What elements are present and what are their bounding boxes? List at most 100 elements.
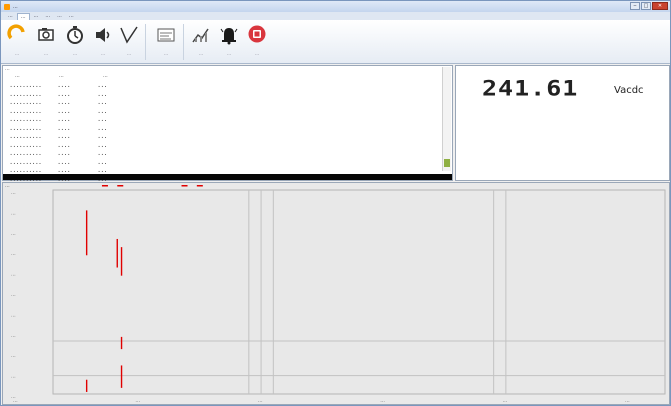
reading-value: 241.61 xyxy=(482,76,579,101)
trend-chart-panel: ... ....................................… xyxy=(2,182,670,405)
menu-tab[interactable]: ... xyxy=(66,13,77,20)
ribbon-button-camera[interactable]: ... xyxy=(34,24,58,62)
column-header[interactable]: ... xyxy=(103,73,108,79)
table-cell: .... xyxy=(57,98,71,106)
table-cell: .......... xyxy=(9,132,42,140)
table-cell: .......... xyxy=(9,123,42,132)
y-tick-label: ... xyxy=(11,353,16,359)
table-cell: .......... xyxy=(9,115,42,123)
table-cell: .......... xyxy=(9,106,42,115)
ribbon-button-stopwatch[interactable]: ... xyxy=(63,24,87,62)
event-marker xyxy=(101,185,108,187)
scrollbar-thumb[interactable] xyxy=(444,159,450,167)
x-tick-label: ... xyxy=(625,398,630,404)
log-icon xyxy=(157,28,175,42)
menu-tab[interactable]: ... xyxy=(54,13,65,20)
table-cell: ... xyxy=(97,166,108,174)
table-cell: .... xyxy=(57,106,71,115)
column-header[interactable]: ... xyxy=(15,73,20,79)
ribbon-toolbar: ... ... ... ... ... ... ... ... ... xyxy=(1,20,670,64)
table-cell: .... xyxy=(57,81,71,89)
y-tick-label: ... xyxy=(11,292,16,298)
table-cell: .... xyxy=(57,115,71,123)
table-cell: .......... xyxy=(9,157,42,166)
ribbon-button-alarm[interactable]: ... xyxy=(217,24,241,62)
table-cell: ... xyxy=(97,157,108,166)
reading-unit: Vacdc xyxy=(614,85,644,96)
table-cell: .... xyxy=(57,132,71,140)
stopwatch-icon xyxy=(67,26,83,44)
maximize-button[interactable]: □ xyxy=(641,2,651,10)
plot-area xyxy=(52,189,666,395)
reading-display: 241.61 Vacdc xyxy=(455,65,670,181)
ribbon-button-filter[interactable]: ... xyxy=(117,24,141,62)
table-cell: .... xyxy=(57,140,71,149)
ribbon-button-stop[interactable]: ... xyxy=(245,24,269,62)
x-tick-label: ... xyxy=(258,398,263,404)
ribbon-separator xyxy=(183,24,184,60)
x-tick-label: ... xyxy=(135,398,140,404)
event-marker xyxy=(196,185,203,187)
y-tick-label: ... xyxy=(11,272,16,278)
menu-tab[interactable]: ... xyxy=(16,13,30,20)
filter-icon xyxy=(120,26,138,44)
app-window: ... ‒ □ ✕ ... ... ... ... ... ... ... ..… xyxy=(0,0,671,406)
grid-footer-bar xyxy=(3,174,452,180)
table-cell: .......... xyxy=(9,140,42,149)
ribbon-separator xyxy=(145,24,146,60)
window-title: ... xyxy=(13,3,18,10)
y-tick-label: ... xyxy=(11,231,16,237)
event-marker xyxy=(117,185,124,187)
x-tick-label: ... xyxy=(503,398,508,404)
table-cell: ... xyxy=(97,81,108,89)
y-tick-label: ... xyxy=(11,210,16,216)
table-cell: .......... xyxy=(9,89,42,98)
close-button[interactable]: ✕ xyxy=(652,2,668,10)
x-tick-label: ... xyxy=(380,398,385,404)
table-cell: .... xyxy=(57,123,71,132)
menu-tab[interactable]: ... xyxy=(5,13,16,20)
event-marker xyxy=(181,185,188,187)
chart-icon xyxy=(192,28,209,43)
y-tick-label: ... xyxy=(11,190,16,196)
table-cell: ... xyxy=(97,123,108,132)
data-grid-title: ... xyxy=(5,66,10,72)
ribbon-button-chart[interactable]: ... xyxy=(189,24,213,62)
ribbon-button-refresh[interactable]: ... xyxy=(5,24,29,62)
table-cell: ... xyxy=(97,89,108,98)
table-cell: .......... xyxy=(9,149,42,157)
table-cell: .... xyxy=(57,166,71,174)
alarm-bell-icon xyxy=(220,28,238,45)
y-tick-label: ... xyxy=(11,333,16,339)
minimize-button[interactable]: ‒ xyxy=(630,2,640,10)
table-cell: ... xyxy=(97,115,108,123)
table-cell: .... xyxy=(57,89,71,98)
table-cell: .... xyxy=(57,157,71,166)
window-controls: ‒ □ ✕ xyxy=(630,2,668,10)
menu-tab[interactable]: ... xyxy=(42,13,53,20)
table-cell: ... xyxy=(97,140,108,149)
title-bar: ... ‒ □ ✕ xyxy=(1,1,670,12)
vertical-scrollbar[interactable] xyxy=(442,67,451,171)
camera-icon xyxy=(38,28,54,41)
volume-icon xyxy=(96,28,110,42)
table-cell: .... xyxy=(57,149,71,157)
ribbon-button-log[interactable]: ... xyxy=(151,24,181,62)
ribbon-button-volume[interactable]: ... xyxy=(91,24,115,62)
table-cell: ... xyxy=(97,149,108,157)
refresh-icon xyxy=(7,24,25,40)
table-cell: .......... xyxy=(9,166,42,174)
y-tick-label: ... xyxy=(11,374,16,380)
trend-chart[interactable]: ........................................… xyxy=(3,183,669,404)
menu-bar: ... ... ... ... ... ... xyxy=(1,12,670,20)
table-cell: .......... xyxy=(9,98,42,106)
y-tick-label: ... xyxy=(11,251,16,257)
table-cell: ... xyxy=(97,106,108,115)
menu-tab[interactable]: ... xyxy=(31,13,42,20)
column-header[interactable]: ... xyxy=(59,73,64,79)
app-icon xyxy=(4,3,10,10)
table-cell: .......... xyxy=(9,81,42,89)
table-cell: ... xyxy=(97,98,108,106)
x-tick-label: ... xyxy=(13,398,18,404)
stop-icon xyxy=(248,25,266,43)
